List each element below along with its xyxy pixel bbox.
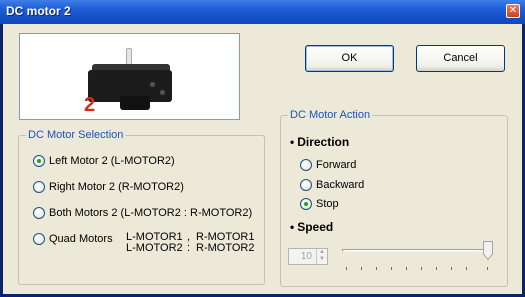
slider-tick <box>466 267 467 270</box>
slider-tick <box>487 267 488 270</box>
slider-tick <box>346 267 347 270</box>
radio-label: Both Motors 2 (L-MOTOR2 : R-MOTOR2) <box>49 207 253 219</box>
quad-separators: , : <box>187 232 190 254</box>
slider-tick <box>376 267 377 270</box>
motor-foot <box>120 96 150 110</box>
dialog-window: DC motor 2 ✕ 2 OK Cancel DC Motor Select… <box>0 0 525 297</box>
radio-both-motors[interactable]: Both Motors 2 (L-MOTOR2 : R-MOTOR2) <box>33 206 252 220</box>
speed-spinner[interactable]: 10 ▲ ▼ <box>288 248 328 265</box>
close-button[interactable]: ✕ <box>506 4 520 18</box>
radio-label: Right Motor 2 (R-MOTOR2) <box>49 181 184 193</box>
radio-label: Forward <box>316 159 357 171</box>
quad-right-2: R-MOTOR2 <box>196 242 255 254</box>
speed-label: Speed <box>297 220 334 234</box>
direction-heading: • Direction <box>290 135 349 149</box>
quad-left-2: L-MOTOR2 <box>126 242 183 254</box>
motor-preview-image: 2 <box>19 33 240 120</box>
dialog-client-area: 2 OK Cancel DC Motor Selection Left Moto… <box>3 24 522 294</box>
motor-number-label: 2 <box>84 94 96 116</box>
slider-tick <box>361 267 362 270</box>
radio-stop[interactable]: Stop <box>300 197 339 211</box>
ok-button[interactable]: OK <box>305 45 394 72</box>
bullet-icon: • <box>290 135 295 149</box>
radio-button[interactable] <box>33 233 45 245</box>
speed-heading: • Speed <box>290 220 333 234</box>
radio-right-motor[interactable]: Right Motor 2 (R-MOTOR2) <box>33 180 184 194</box>
radio-button[interactable] <box>33 207 45 219</box>
radio-quad-motors[interactable]: Quad Motors <box>33 232 113 246</box>
radio-button[interactable] <box>300 198 312 210</box>
direction-label: Direction <box>297 135 350 149</box>
slider-tick <box>406 267 407 270</box>
slider-tick <box>421 267 422 270</box>
motor-selection-group: DC Motor Selection Left Motor 2 (L-MOTOR… <box>18 129 265 285</box>
motor-selection-title: DC Motor Selection <box>26 129 126 141</box>
motor-hole <box>160 90 165 95</box>
quad-sep-2: : <box>187 242 191 254</box>
motor-hole <box>150 82 155 87</box>
radio-button[interactable] <box>33 155 45 167</box>
radio-label: Backward <box>316 179 365 191</box>
radio-button[interactable] <box>300 159 312 171</box>
motor-action-title: DC Motor Action <box>288 109 373 121</box>
spinner-buttons[interactable]: ▲ ▼ <box>316 249 327 264</box>
radio-label: Stop <box>316 198 339 210</box>
spinner-up-arrow-icon[interactable]: ▲ <box>317 249 327 256</box>
slider-tick <box>451 267 452 270</box>
radio-button[interactable] <box>300 179 312 191</box>
bullet-icon: • <box>290 220 295 234</box>
radio-backward[interactable]: Backward <box>300 178 364 192</box>
speed-slider-thumb[interactable] <box>483 241 493 260</box>
speed-slider-track[interactable] <box>342 249 490 252</box>
slider-tick <box>391 267 392 270</box>
speed-value: 10 <box>300 251 312 262</box>
cancel-button[interactable]: Cancel <box>416 45 505 72</box>
radio-label: Quad Motors <box>49 233 113 245</box>
radio-button[interactable] <box>33 181 45 193</box>
radio-left-motor[interactable]: Left Motor 2 (L-MOTOR2) <box>33 154 175 168</box>
spinner-down-arrow-icon[interactable]: ▼ <box>317 256 327 263</box>
window-title: DC motor 2 <box>6 4 71 18</box>
quad-right-motors: R-MOTOR1 R-MOTOR2 <box>196 232 254 254</box>
title-bar[interactable]: DC motor 2 ✕ <box>0 0 525 24</box>
radio-label: Left Motor 2 (L-MOTOR2) <box>49 155 175 167</box>
radio-forward[interactable]: Forward <box>300 158 356 172</box>
slider-tick <box>436 267 437 270</box>
quad-left-motors: L-MOTOR1 L-MOTOR2 <box>126 232 183 254</box>
